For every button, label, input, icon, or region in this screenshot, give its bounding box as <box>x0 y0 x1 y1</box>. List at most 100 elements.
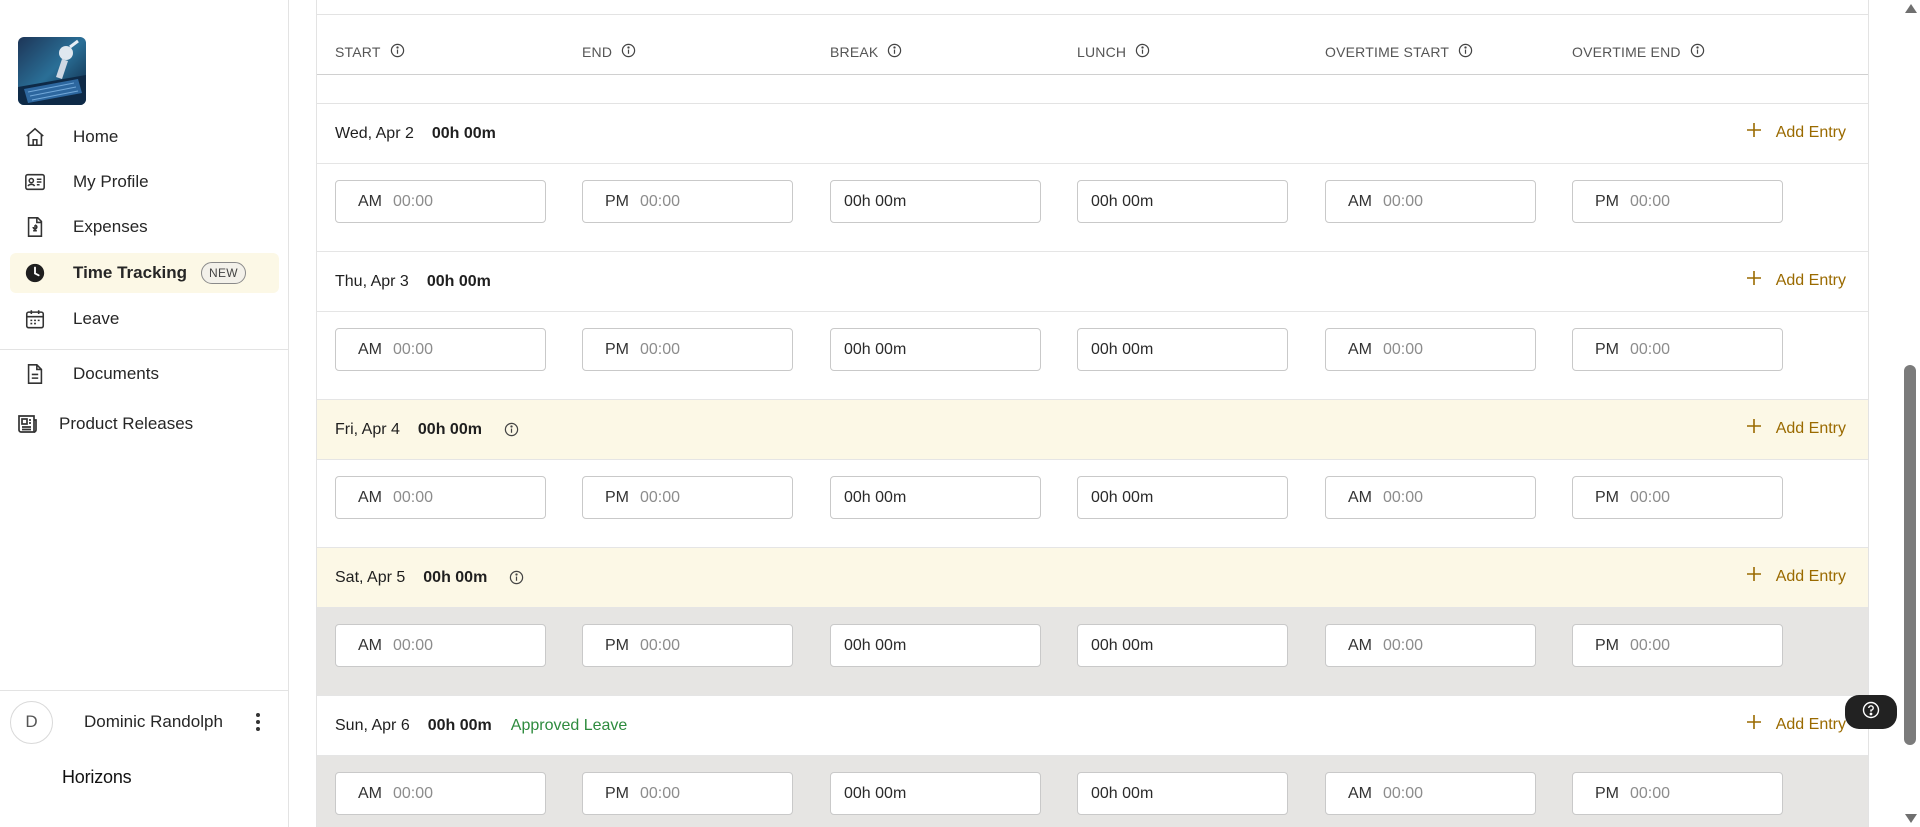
info-icon[interactable] <box>621 43 636 61</box>
avatar[interactable]: D <box>10 700 53 744</box>
overtime-end-input[interactable]: PM 00:00 <box>1572 180 1783 223</box>
day-entries: AM 00:00 PM 00:00 00h 00m 00h 00m AM 00:00 … <box>317 608 1868 696</box>
vertical-scrollbar[interactable] <box>1900 0 1920 827</box>
start-time-input[interactable]: AM 00:00 <box>335 476 546 519</box>
scroll-thumb[interactable] <box>1904 365 1916 745</box>
day-entries: AM 00:00 PM 00:00 00h 00m 00h 00m AM 00:00 … <box>317 312 1868 400</box>
break-duration-input[interactable]: 00h 00m <box>830 476 1041 519</box>
nav-label: Product Releases <box>59 414 194 433</box>
info-icon[interactable] <box>887 43 902 61</box>
info-icon[interactable] <box>504 422 519 437</box>
help-button[interactable] <box>1845 695 1897 729</box>
day-total: 00h 00m <box>426 272 491 290</box>
end-time-input[interactable]: PM 00:00 <box>582 328 793 371</box>
user-menu[interactable]: D Dominic Randolph <box>0 692 288 752</box>
start-time-input[interactable]: AM 00:00 <box>335 328 546 371</box>
info-icon[interactable] <box>1135 43 1150 61</box>
day-header: Sat, Apr 5 00h 00m Add Entry <box>317 548 1868 608</box>
nav-label: Expenses <box>73 217 148 236</box>
column-header-start: START <box>335 43 405 61</box>
end-time-input[interactable]: PM 00:00 <box>582 772 793 815</box>
overtime-start-input[interactable]: AM 00:00 <box>1325 624 1536 667</box>
column-header-end: END <box>582 43 636 61</box>
lunch-duration-input[interactable]: 00h 00m <box>1077 772 1288 815</box>
nav-label: Home <box>73 127 119 146</box>
overtime-end-input[interactable]: PM 00:00 <box>1572 328 1783 371</box>
scroll-up-arrow-icon[interactable] <box>1905 4 1917 13</box>
column-header-break: BREAK <box>830 43 902 61</box>
day-total: 00h 00m <box>431 124 496 142</box>
start-time-input[interactable]: AM 00:00 <box>335 772 546 815</box>
timesheet-panel: START END BREAK LUNCH OVERTIME START OVE… <box>316 0 1869 827</box>
nav-label: Time Tracking <box>73 263 188 282</box>
nav-item-my-profile[interactable]: My Profile <box>10 162 279 202</box>
day-label: Sun, Apr 6 <box>335 716 410 734</box>
day-header: Thu, Apr 3 00h 00m Add Entry <box>317 252 1868 312</box>
day-header: Sun, Apr 6 00h 00m Approved Leave Add En… <box>317 696 1868 756</box>
nav-item-time-tracking[interactable]: Time Tracking NEW <box>10 253 279 293</box>
document-icon <box>22 361 48 387</box>
overtime-start-input[interactable]: AM 00:00 <box>1325 180 1536 223</box>
plus-icon <box>1746 270 1762 291</box>
overtime-end-input[interactable]: PM 00:00 <box>1572 772 1783 815</box>
start-time-input[interactable]: AM 00:00 <box>335 180 546 223</box>
overtime-start-input[interactable]: AM 00:00 <box>1325 328 1536 371</box>
day-total: 00h 00m <box>417 420 482 438</box>
receipt-icon <box>22 214 48 240</box>
column-header-lunch: LUNCH <box>1077 43 1150 61</box>
company-logo[interactable] <box>18 37 86 105</box>
day-label: Thu, Apr 3 <box>335 272 409 290</box>
nav-item-expenses[interactable]: Expenses <box>10 207 279 247</box>
lunch-duration-input[interactable]: 00h 00m <box>1077 328 1288 371</box>
nav-item-product-releases[interactable]: Product Releases <box>10 404 279 444</box>
end-time-input[interactable]: PM 00:00 <box>582 624 793 667</box>
plus-icon <box>1746 714 1762 735</box>
info-icon[interactable] <box>1690 43 1705 61</box>
lunch-duration-input[interactable]: 00h 00m <box>1077 180 1288 223</box>
start-time-input[interactable]: AM 00:00 <box>335 624 546 667</box>
overtime-end-input[interactable]: PM 00:00 <box>1572 476 1783 519</box>
nav-item-leave[interactable]: Leave <box>10 299 279 339</box>
scroll-down-arrow-icon[interactable] <box>1905 814 1917 823</box>
day-label: Wed, Apr 2 <box>335 124 414 142</box>
new-badge: NEW <box>201 262 246 284</box>
add-entry-button[interactable]: Add Entry <box>1746 122 1846 143</box>
newspaper-icon <box>14 411 40 437</box>
info-icon[interactable] <box>509 570 524 585</box>
nav-divider <box>0 349 288 350</box>
info-icon[interactable] <box>1458 43 1473 61</box>
day-header: Fri, Apr 4 00h 00m Add Entry <box>317 400 1868 460</box>
break-duration-input[interactable]: 00h 00m <box>830 328 1041 371</box>
break-duration-input[interactable]: 00h 00m <box>830 180 1041 223</box>
break-duration-input[interactable]: 00h 00m <box>830 624 1041 667</box>
day-header: Wed, Apr 2 00h 00m Add Entry <box>317 104 1868 164</box>
add-entry-button[interactable]: Add Entry <box>1746 270 1846 291</box>
break-duration-input[interactable]: 00h 00m <box>830 772 1041 815</box>
lunch-duration-input[interactable]: 00h 00m <box>1077 624 1288 667</box>
add-entry-button[interactable]: Add Entry <box>1746 418 1846 439</box>
overtime-start-input[interactable]: AM 00:00 <box>1325 772 1536 815</box>
info-icon[interactable] <box>390 43 405 61</box>
leave-status: Approved Leave <box>510 716 628 734</box>
calendar-icon <box>22 306 48 332</box>
question-icon <box>1862 701 1880 724</box>
day-total: 00h 00m <box>427 716 492 734</box>
add-entry-button[interactable]: Add Entry <box>1746 714 1846 735</box>
day-label: Sat, Apr 5 <box>335 568 406 586</box>
overtime-start-input[interactable]: AM 00:00 <box>1325 476 1536 519</box>
end-time-input[interactable]: PM 00:00 <box>582 476 793 519</box>
column-headers: START END BREAK LUNCH OVERTIME START OVE… <box>317 0 1868 88</box>
day-entries: AM 00:00 PM 00:00 00h 00m 00h 00m AM 00:00 … <box>317 756 1868 827</box>
lunch-duration-input[interactable]: 00h 00m <box>1077 476 1288 519</box>
plus-icon <box>1746 122 1762 143</box>
id-card-icon <box>22 169 48 195</box>
sidebar: Home My Profile Expenses Time Tracking N… <box>0 0 289 827</box>
more-options-icon[interactable] <box>248 710 268 734</box>
user-name: Dominic Randolph <box>84 712 223 731</box>
nav-label: My Profile <box>73 172 149 191</box>
nav-item-home[interactable]: Home <box>10 117 279 157</box>
end-time-input[interactable]: PM 00:00 <box>582 180 793 223</box>
add-entry-button[interactable]: Add Entry <box>1746 566 1846 587</box>
nav-item-documents[interactable]: Documents <box>10 354 279 394</box>
overtime-end-input[interactable]: PM 00:00 <box>1572 624 1783 667</box>
